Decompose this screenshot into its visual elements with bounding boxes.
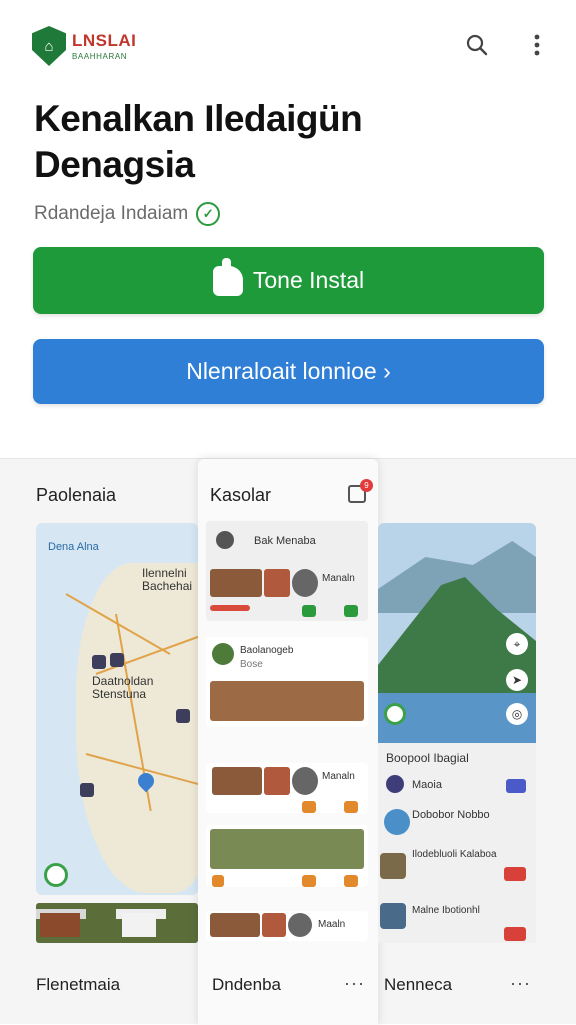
shield-icon: ⌂ <box>32 26 66 66</box>
more-vert-icon[interactable] <box>522 30 552 60</box>
card-title: Bak Menaba <box>254 535 316 547</box>
tag <box>344 801 358 813</box>
map-screenshot[interactable]: Dena Alna Ilennelni Bachehai Daatnoldan … <box>36 523 198 895</box>
place-list[interactable]: Boopool Ibagial Maoia Dobobor Nobbo Ilod… <box>378 743 536 943</box>
map-pin-icon[interactable] <box>92 655 106 669</box>
row-title: Baolanogeb <box>240 645 294 656</box>
tag <box>344 605 358 617</box>
photo-large <box>210 829 364 869</box>
app-title-line1: Kenalkan Iledaigün <box>34 98 363 139</box>
photo-thumb <box>292 767 318 795</box>
learn-more-button[interactable]: Nlenraloait lonnioe › <box>33 339 544 404</box>
layers-icon[interactable]: ◎ <box>506 703 528 725</box>
tag <box>302 875 316 887</box>
verified-icon: ✓ <box>196 202 221 226</box>
hand-icon <box>212 257 243 296</box>
photo-thumb <box>264 767 290 795</box>
install-button[interactable]: Tone Instal <box>33 247 544 314</box>
photo-thumb <box>262 913 286 937</box>
feed-card[interactable]: Bak Menaba Manaln <box>206 521 368 621</box>
app-logo[interactable]: ⌂ LNSLAI BAAHHARAN <box>32 26 136 66</box>
map-pin-icon[interactable] <box>110 653 124 667</box>
avatar <box>216 531 234 549</box>
building-photo[interactable] <box>36 903 198 943</box>
top-bar: ⌂ LNSLAI BAAHHARAN <box>0 0 576 90</box>
photo-thumb <box>210 569 262 597</box>
screenshot-right-bottom-title: Nenneca <box>384 975 453 994</box>
more-horiz-icon[interactable]: ··· <box>344 973 365 994</box>
row-title: Manaln <box>322 573 355 584</box>
app-title-line2: Denagsia <box>34 144 195 185</box>
notification-badge: 9 <box>360 479 373 492</box>
logo-wordmark: LNSLAI BAAHHARAN <box>72 32 136 61</box>
place-thumb <box>380 903 406 929</box>
place-avatar <box>386 775 404 793</box>
photo-thumb <box>292 569 318 597</box>
section-title: Boopool Ibagial <box>386 751 469 765</box>
tag <box>210 605 250 611</box>
map-app-badge-icon <box>44 863 68 887</box>
feed-screenshot[interactable]: Kasolar 9 Bak Menaba Manaln Baolanogeb B… <box>198 459 378 1025</box>
search-icon[interactable] <box>462 30 492 60</box>
zoom-icon[interactable]: ⌖ <box>506 633 528 655</box>
feed-card[interactable]: Maaln <box>206 911 368 941</box>
photo-large <box>210 681 364 721</box>
navigate-icon[interactable]: ➤ <box>506 669 528 691</box>
map-label: Dena Alna <box>48 541 99 553</box>
app-badge-icon <box>384 703 406 725</box>
house-shape <box>122 913 156 937</box>
logo-text: LNSLAI <box>72 30 137 50</box>
map-label: Ilennelni Bachehai <box>142 566 193 593</box>
place-title: Ilodebluoli Kalaboa <box>412 849 497 860</box>
tag <box>506 779 526 793</box>
place-title: Maoia <box>412 779 442 791</box>
screenshot-center-bottom-title: Dndenba <box>212 975 282 994</box>
feed-card[interactable]: Manaln <box>206 763 368 813</box>
volcano-screenshot[interactable]: ⌖ ➤ ◎ <box>378 523 536 743</box>
avatar <box>212 643 234 665</box>
developer-row[interactable]: Rdandeja Indaiam ✓ <box>34 202 534 226</box>
map-pin-icon[interactable] <box>176 709 190 723</box>
house-shape <box>40 913 80 937</box>
photo-thumb <box>288 913 312 937</box>
tag <box>504 927 526 941</box>
map-pin-icon[interactable] <box>80 783 94 797</box>
photo-thumb <box>264 569 290 597</box>
screenshot-left-title: Paolenaia <box>36 485 117 505</box>
learn-more-label: Nlenraloait lonnioe › <box>186 358 391 384</box>
row-title: Manaln <box>322 771 355 782</box>
photo-thumb <box>210 913 260 937</box>
tag <box>504 867 526 881</box>
screenshot-left-bottom-title: Flenetmaia <box>36 975 121 994</box>
developer-name: Rdandeja Indaiam <box>34 203 189 224</box>
row-subtitle: Bose <box>240 659 263 670</box>
app-title: Kenalkan Iledaigün Denagsia <box>34 96 534 188</box>
app-header: Kenalkan Iledaigün Denagsia Rdandeja Ind… <box>34 96 534 226</box>
more-horiz-icon[interactable]: ··· <box>510 973 531 994</box>
logo-subtext: BAAHHARAN <box>72 51 128 61</box>
install-button-label: Tone Instal <box>252 267 365 293</box>
place-title: Malne Ibotionhl <box>412 905 480 916</box>
tag <box>302 801 316 813</box>
row-title: Maaln <box>318 919 346 930</box>
place-thumb <box>380 853 406 879</box>
tag <box>212 875 224 887</box>
photo-thumb <box>212 767 262 795</box>
tag <box>344 875 358 887</box>
feed-card[interactable] <box>206 825 368 887</box>
place-avatar <box>384 809 410 835</box>
screenshot-gallery[interactable]: Paolenaia Dena Alna Ilennelni Bachehai D… <box>0 458 576 1025</box>
screenshot-center-title: Kasolar <box>210 485 272 505</box>
place-title: Dobobor Nobbo <box>412 809 490 821</box>
tag <box>302 605 316 617</box>
feed-card[interactable]: Baolanogeb Bose <box>206 637 368 727</box>
map-label: Daatnoldan Stenstuna <box>92 674 154 701</box>
